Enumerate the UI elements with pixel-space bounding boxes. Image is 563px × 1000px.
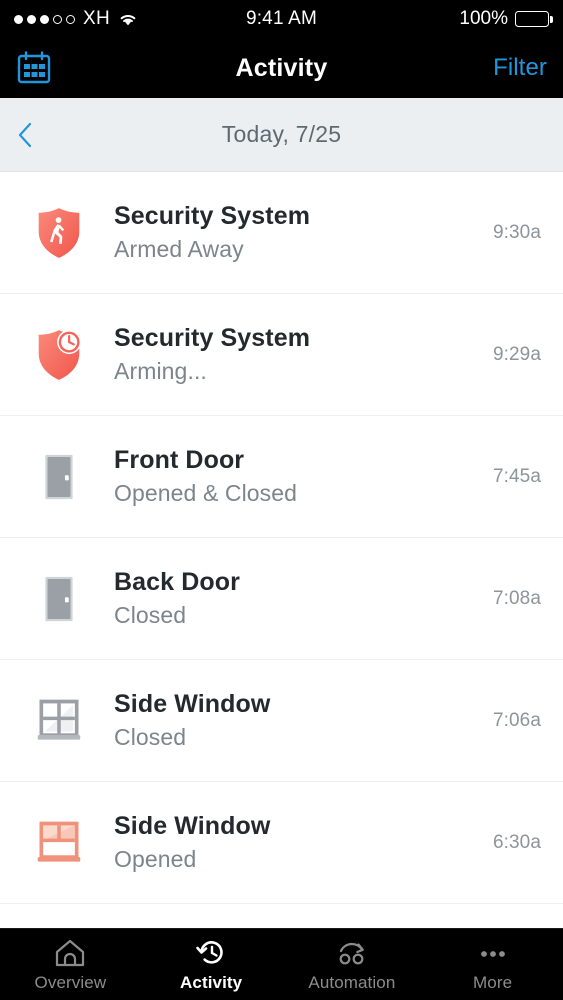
row-text: Side Window Closed (114, 690, 493, 751)
automation-icon (334, 937, 370, 969)
row-text: Side Window Opened (114, 812, 493, 873)
row-subtitle: Arming... (114, 358, 207, 384)
row-timestamp: 7:06a (492, 709, 541, 731)
tab-activity[interactable]: Activity (141, 929, 282, 1000)
tab-automation[interactable]: Automation (282, 929, 423, 1000)
row-title: Front Door (114, 446, 245, 474)
door-closed-icon (30, 448, 88, 506)
table-row[interactable]: Front Door Opened & Closed 7:45a (0, 416, 563, 538)
status-bar-right: 100% (459, 8, 553, 30)
table-row[interactable]: Security System Armed Away 9:30a (0, 172, 563, 294)
row-timestamp: 6:30a (492, 831, 541, 853)
date-header: Today, 7/25 (0, 98, 563, 172)
battery-percent-label: 100% (459, 8, 508, 29)
shield-clock-icon (30, 326, 88, 384)
status-bar: XH 9:41 AM 100% (0, 0, 563, 38)
tab-label: Overview (34, 972, 107, 992)
row-text: Front Door Opened & Closed (114, 446, 493, 507)
row-title: Security System (114, 202, 311, 230)
window-closed-icon (30, 692, 88, 750)
tab-label: More (473, 972, 513, 992)
tab-label: Automation (308, 972, 396, 992)
filter-button[interactable]: Filter (493, 54, 547, 82)
activity-list: Security System Armed Away 9:30a Securit… (0, 172, 563, 928)
row-subtitle: Opened & Closed (114, 480, 298, 506)
row-title: Side Window (114, 690, 271, 718)
row-title: Security System (114, 324, 311, 352)
table-row-partial[interactable] (0, 904, 563, 928)
calendar-icon[interactable] (16, 51, 52, 85)
window-opened-icon (30, 814, 88, 872)
row-timestamp: 9:29a (492, 343, 541, 365)
date-label: Today, 7/25 (221, 121, 342, 147)
navigation-bar: Activity Filter (0, 38, 563, 98)
row-timestamp: 7:45a (492, 465, 541, 487)
page-title: Activity (235, 53, 328, 82)
row-timestamp: 9:30a (492, 221, 541, 243)
app-screen: XH 9:41 AM 100% Activity Filter Today, 7… (0, 0, 563, 1000)
door-closed-icon (30, 570, 88, 628)
row-timestamp: 7:08a (492, 587, 541, 609)
chevron-left-icon[interactable] (16, 121, 36, 149)
table-row[interactable]: Side Window Closed 7:06a (0, 660, 563, 782)
row-text: Back Door Closed (114, 568, 493, 629)
row-title: Side Window (114, 812, 271, 840)
row-text: Security System Armed Away (114, 202, 493, 263)
history-clock-icon (195, 937, 227, 969)
row-title: Back Door (114, 568, 240, 596)
table-row[interactable]: Side Window Opened 6:30a (0, 782, 563, 904)
shield-walking-person-icon (30, 204, 88, 262)
tab-label: Activity (180, 972, 243, 992)
home-icon (54, 937, 86, 969)
ellipsis-icon (477, 937, 509, 969)
tab-overview[interactable]: Overview (0, 929, 141, 1000)
bottom-tab-bar: Overview Activity Automation More (0, 928, 563, 1000)
tab-more[interactable]: More (422, 929, 563, 1000)
row-subtitle: Closed (114, 602, 187, 628)
row-subtitle: Armed Away (114, 236, 244, 262)
table-row[interactable]: Security System Arming... 9:29a (0, 294, 563, 416)
row-subtitle: Opened (114, 846, 197, 872)
row-text: Security System Arming... (114, 324, 493, 385)
row-subtitle: Closed (114, 724, 187, 750)
table-row[interactable]: Back Door Closed 7:08a (0, 538, 563, 660)
battery-icon (515, 11, 553, 27)
